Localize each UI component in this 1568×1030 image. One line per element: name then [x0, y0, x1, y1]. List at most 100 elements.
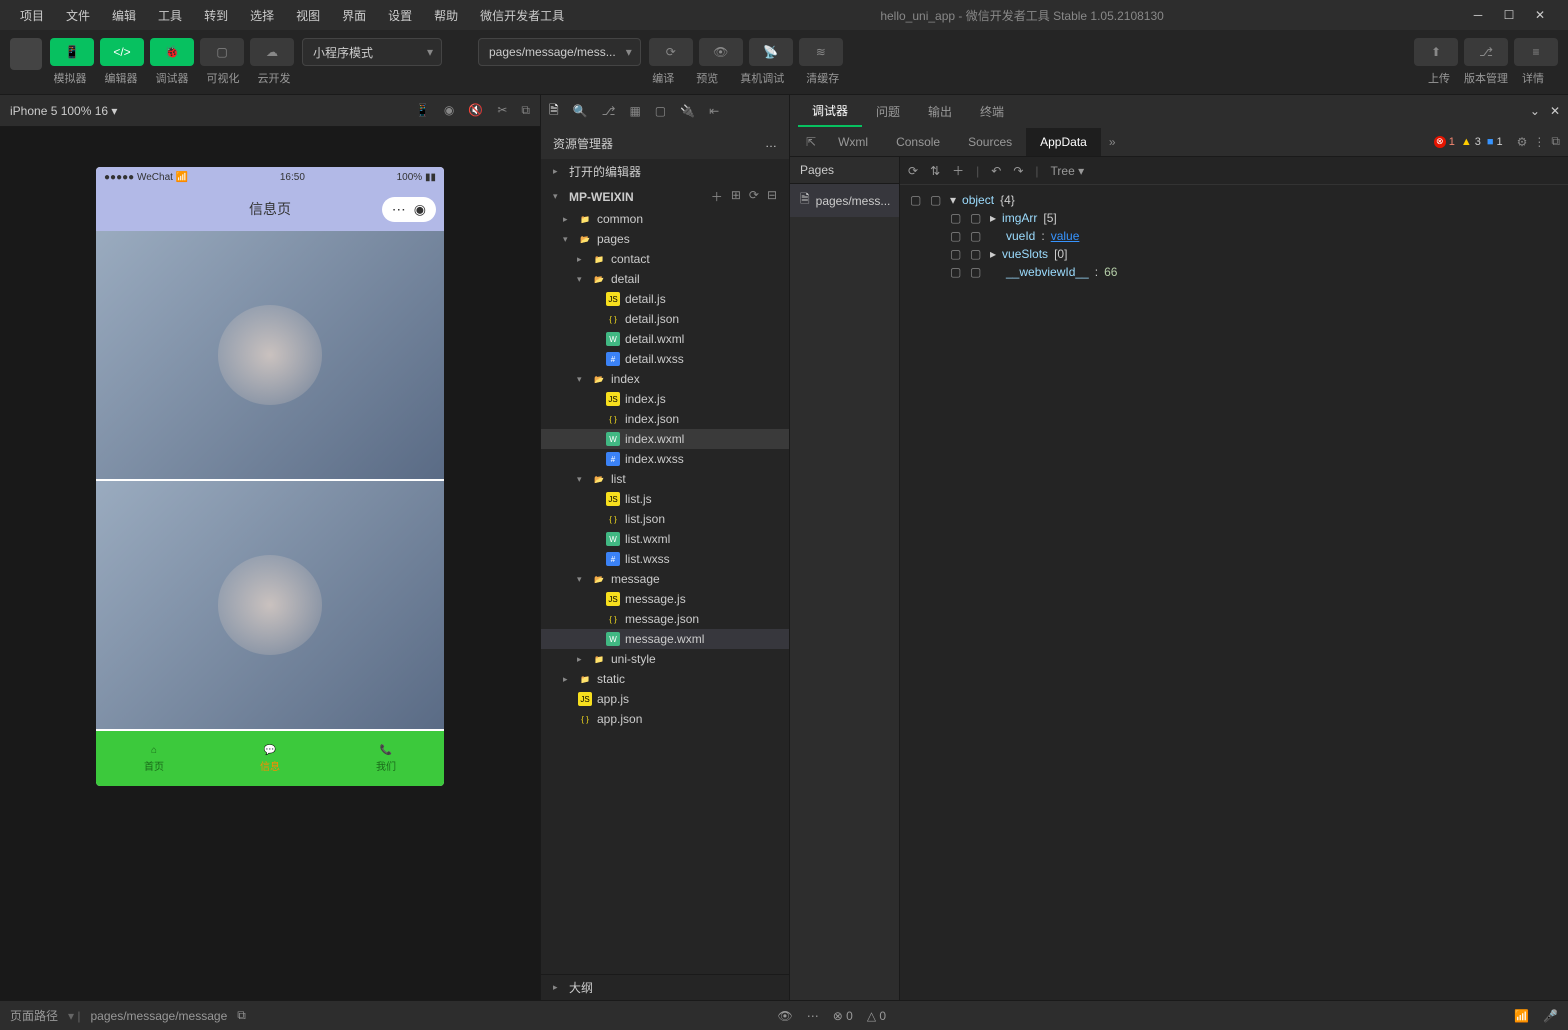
menu-settings[interactable]: 设置: [378, 3, 422, 28]
data-row-imgArr[interactable]: ▢▢▸imgArr [5]: [910, 209, 1558, 227]
subtab-appdata[interactable]: AppData: [1026, 128, 1101, 156]
subtab-sources[interactable]: Sources: [954, 128, 1026, 156]
tree-item-message.json[interactable]: { }message.json: [541, 609, 789, 629]
data-row-vueId[interactable]: ▢▢vueId : value: [910, 227, 1558, 245]
visual-button[interactable]: ▢: [200, 38, 244, 66]
simulator-button[interactable]: 📱: [50, 38, 94, 66]
box-icon[interactable]: ▢: [655, 104, 666, 118]
project-section[interactable]: ▾ MP-WEIXIN ＋ ⊞ ⟳ ⊟: [541, 184, 789, 209]
extension-icon[interactable]: ▦: [629, 104, 640, 118]
menu-project[interactable]: 项目: [10, 3, 54, 28]
mode-dropdown[interactable]: 小程序模式: [302, 38, 442, 66]
version-button[interactable]: ⎇: [1464, 38, 1508, 66]
dock-icon[interactable]: ⧉: [1551, 134, 1560, 149]
status-warnings[interactable]: △ 0: [867, 1009, 886, 1023]
undo-icon[interactable]: ↶: [991, 164, 1001, 178]
refresh-icon[interactable]: ⟳: [749, 188, 759, 205]
tree-item-index.json[interactable]: { }index.json: [541, 409, 789, 429]
gear-icon[interactable]: ⚙: [1517, 135, 1528, 149]
tree-item-contact[interactable]: ▸📁contact: [541, 249, 789, 269]
page-item[interactable]: 🗎 pages/mess...: [790, 184, 899, 217]
tree-item-detail.js[interactable]: JSdetail.js: [541, 289, 789, 309]
new-folder-icon[interactable]: ⊞: [731, 188, 741, 205]
menu-tools[interactable]: 工具: [148, 3, 192, 28]
page-dropdown[interactable]: pages/message/mess...: [478, 38, 641, 66]
menu-goto[interactable]: 转到: [194, 3, 238, 28]
tab-us[interactable]: 📞 我们: [328, 731, 444, 786]
compile-button[interactable]: ⟳: [649, 38, 693, 66]
phone-content[interactable]: [96, 231, 444, 731]
minimize-button[interactable]: ─: [1470, 7, 1486, 23]
status-errors[interactable]: ⊗ 0: [833, 1009, 853, 1023]
more-icon[interactable]: ⋯: [807, 1009, 819, 1023]
redo-icon[interactable]: ↷: [1013, 164, 1023, 178]
open-editors-section[interactable]: ▸ 打开的编辑器: [541, 159, 789, 184]
upload-button[interactable]: ⬆: [1414, 38, 1458, 66]
tree-item-list.js[interactable]: JSlist.js: [541, 489, 789, 509]
tree-item-index.wxml[interactable]: Windex.wxml: [541, 429, 789, 449]
tree-item-uni-style[interactable]: ▸📁uni-style: [541, 649, 789, 669]
capsule[interactable]: ⋯ ◉: [382, 197, 436, 222]
kebab-icon[interactable]: ⋮: [1533, 135, 1545, 149]
debugger-button[interactable]: 🐞: [150, 38, 194, 66]
tree-item-common[interactable]: ▸📁common: [541, 209, 789, 229]
collapse-icon[interactable]: ⊟: [767, 188, 777, 205]
search-icon[interactable]: 🔍: [573, 104, 588, 118]
tab-terminal[interactable]: 终端: [966, 95, 1018, 127]
current-path[interactable]: pages/message/message: [91, 1009, 228, 1023]
tree-item-index.js[interactable]: JSindex.js: [541, 389, 789, 409]
menu-view[interactable]: 视图: [286, 3, 330, 28]
tree-item-index.wxss[interactable]: #index.wxss: [541, 449, 789, 469]
capsule-close-icon[interactable]: ◉: [414, 201, 426, 218]
tab-problems[interactable]: 问题: [862, 95, 914, 127]
tree-item-detail.wxss[interactable]: #detail.wxss: [541, 349, 789, 369]
tab-message[interactable]: 💬 信息: [212, 731, 328, 786]
up-down-icon[interactable]: ⇅: [930, 164, 940, 178]
cache-button[interactable]: ≋: [799, 38, 843, 66]
exit-icon[interactable]: ⇤: [709, 104, 719, 118]
signal-icon[interactable]: 📶: [1514, 1009, 1529, 1023]
info-badge[interactable]: 1: [1487, 136, 1503, 148]
tree-item-message.js[interactable]: JSmessage.js: [541, 589, 789, 609]
tree-item-list[interactable]: ▾📂list: [541, 469, 789, 489]
more-icon[interactable]: …: [765, 136, 777, 150]
inspect-icon[interactable]: ⇱: [798, 135, 824, 149]
data-row-__webviewId__[interactable]: ▢▢__webviewId__ : 66: [910, 263, 1558, 281]
phone-icon[interactable]: 📱: [415, 103, 430, 118]
tree-item-detail.json[interactable]: { }detail.json: [541, 309, 789, 329]
menu-help[interactable]: 帮助: [424, 3, 468, 28]
menu-edit[interactable]: 编辑: [102, 3, 146, 28]
tree-mode[interactable]: Tree ▾: [1051, 164, 1085, 178]
tree-item-app.js[interactable]: JSapp.js: [541, 689, 789, 709]
menu-interface[interactable]: 界面: [332, 3, 376, 28]
tab-output[interactable]: 输出: [914, 95, 966, 127]
remote-button[interactable]: 📡: [749, 38, 793, 66]
tree-item-pages[interactable]: ▾📂pages: [541, 229, 789, 249]
close-panel-icon[interactable]: ✕: [1550, 104, 1560, 118]
device-selector[interactable]: iPhone 5 100% 16 ▾: [10, 104, 117, 118]
copy-path-icon[interactable]: ⧉: [237, 1008, 246, 1023]
maximize-button[interactable]: ☐: [1501, 7, 1517, 23]
editor-button[interactable]: </>: [100, 38, 144, 66]
tree-item-list.wxss[interactable]: #list.wxss: [541, 549, 789, 569]
subtab-wxml[interactable]: Wxml: [824, 128, 882, 156]
tab-home[interactable]: ⌂ 首页: [96, 731, 212, 786]
detail-button[interactable]: ≡: [1514, 38, 1558, 66]
menu-select[interactable]: 选择: [240, 3, 284, 28]
mic-icon[interactable]: 🎤: [1543, 1009, 1558, 1023]
tree-item-list.json[interactable]: { }list.json: [541, 509, 789, 529]
tree-item-detail[interactable]: ▾📂detail: [541, 269, 789, 289]
more-tabs-icon[interactable]: »: [1101, 135, 1124, 149]
data-row-vueSlots[interactable]: ▢▢▸vueSlots [0]: [910, 245, 1558, 263]
eye-icon[interactable]: 👁: [778, 1009, 793, 1023]
plug-icon[interactable]: 🔌: [680, 104, 695, 118]
tree-item-list.wxml[interactable]: Wlist.wxml: [541, 529, 789, 549]
tree-item-app.json[interactable]: { }app.json: [541, 709, 789, 729]
cut-icon[interactable]: ✂: [497, 103, 507, 118]
copy-icon[interactable]: ⧉: [521, 103, 530, 118]
tree-item-message.wxml[interactable]: Wmessage.wxml: [541, 629, 789, 649]
capsule-menu-icon[interactable]: ⋯: [392, 201, 406, 218]
reload-icon[interactable]: ⟳: [908, 164, 918, 178]
menu-file[interactable]: 文件: [56, 3, 100, 28]
tree-item-detail.wxml[interactable]: Wdetail.wxml: [541, 329, 789, 349]
